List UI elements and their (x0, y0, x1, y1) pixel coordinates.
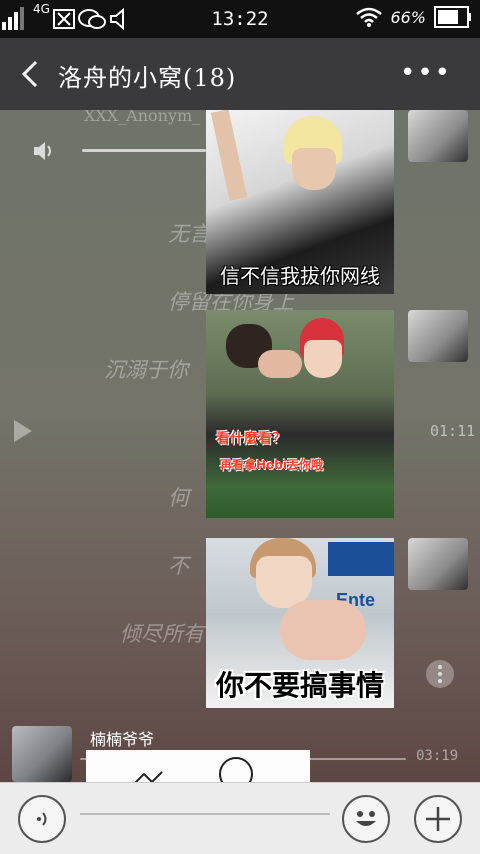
wifi-icon (356, 7, 383, 27)
my-avatar[interactable] (408, 538, 468, 590)
music-artist: XXX_Anonym_ (84, 110, 201, 125)
lyric-line: 无言 (168, 222, 210, 246)
chat-header: 洛舟的小窝(18) ••• (0, 38, 480, 110)
chat-title: 洛舟的小窝(18) (58, 64, 237, 92)
volume-slider[interactable] (82, 149, 206, 152)
my-avatar[interactable] (408, 110, 468, 162)
message-input[interactable] (80, 813, 330, 815)
sticker-image[interactable]: 信不信我拔你网线 (206, 110, 394, 294)
chat-area[interactable]: XXX_Anonym_ 无言 停留在你身上 沉溺于你 01:11 何 不 倾尽所… (0, 110, 480, 782)
sticker-caption: 信不信我拔你网线 (220, 264, 380, 288)
smiley-icon (356, 811, 376, 826)
add-button[interactable] (414, 795, 462, 843)
sticker-caption: 看什麼看？ (216, 431, 286, 447)
sender-name: 楠楠爷爷 (90, 730, 155, 749)
sticker-caption: 你不要搞事情 (215, 669, 384, 702)
lyric-line: 何 (168, 486, 189, 510)
lyric-line: 沉溺于你 (104, 358, 188, 382)
music-elapsed: 01:11 (430, 422, 476, 440)
sticker-caption: 再看拿Hobi丟你哦 (220, 458, 323, 472)
sticker-image[interactable]: 看什麼看？ 再看拿Hobi丟你哦 (206, 310, 394, 518)
voice-icon (37, 812, 47, 826)
voice-button[interactable] (18, 795, 66, 843)
status-right: 66% (356, 6, 472, 28)
music-duration: 03:19 (416, 748, 459, 764)
battery-percent: 66% (390, 7, 426, 27)
sticker-image[interactable]: Ente 你不要搞事情 (206, 538, 394, 708)
sender-avatar[interactable] (12, 726, 72, 782)
speaker-icon[interactable] (32, 140, 56, 162)
battery-icon (434, 6, 471, 28)
more-options-icon[interactable]: ••• (400, 60, 452, 86)
input-bar (0, 782, 480, 854)
back-arrow-icon[interactable] (18, 58, 46, 90)
play-icon[interactable] (12, 418, 34, 444)
lyric-line: 不 (168, 554, 189, 578)
lyric-line: 倾尽所有 (120, 622, 204, 646)
status-bar: 4G 13:22 66% (0, 0, 480, 38)
plus-icon (426, 807, 450, 831)
emoji-button[interactable] (342, 795, 390, 843)
music-menu-icon[interactable] (426, 660, 454, 688)
incoming-sticker-image[interactable] (86, 750, 310, 782)
my-avatar[interactable] (408, 310, 468, 362)
